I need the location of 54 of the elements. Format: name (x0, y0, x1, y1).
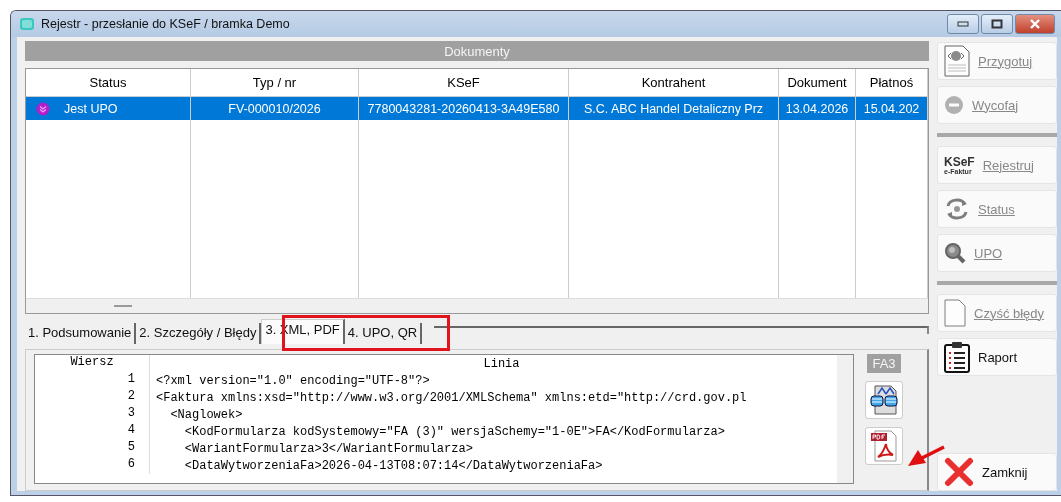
line-number: 3 (35, 406, 150, 423)
close-button[interactable] (1015, 14, 1055, 34)
line-number: 1 (35, 372, 150, 389)
sync-icon (944, 198, 970, 220)
column-header[interactable]: Płatnoś (856, 69, 928, 96)
app-icon (19, 16, 35, 32)
line-number: 6 (35, 457, 150, 474)
line-number: 5 (35, 440, 150, 457)
scrollbar-thumb[interactable] (114, 305, 132, 307)
glasses-icon (869, 384, 899, 416)
preview-button[interactable] (865, 381, 903, 419)
window-title: Rejestr - przesłanie do KSeF / bramka Demo (41, 17, 290, 31)
code-line: <DataWytworzeniaFa>2026-04-13T08:07:14</DataWytworzeniaFa> (183, 458, 603, 473)
column-header: Linia (482, 356, 521, 371)
cross-icon (944, 457, 974, 487)
column-header[interactable]: Dokument (779, 69, 856, 96)
close-button[interactable]: Zamknij (937, 453, 1057, 491)
code-line: <KodFormularza kodSystemowy="FA (3)" wersjaSchemy="1-0E">FA</KodFormularza> (183, 424, 725, 439)
code-line: <WariantFormularza>3</WariantFormularza> (183, 441, 473, 456)
table-row[interactable]: Jest UPO FV-000010/2026 7780043281-20260413-3A49E580 S.C. ABC Handel Detaliczny Prz 13.04.2026 15.04.202 (26, 97, 928, 120)
pdf-icon (869, 429, 899, 463)
report-button[interactable]: Raport (937, 338, 1057, 376)
code-line: <Faktura xmlns:xsd="http://www.w3.org/2001/XMLSchema" xmlns:etd="http://crd.gov.pl (155, 390, 747, 405)
table-cell: Jest UPO (64, 101, 118, 116)
tab[interactable]: 4. UPO, QR (344, 323, 423, 344)
minimize-icon (957, 21, 969, 27)
column-header[interactable]: Kontrahent (569, 69, 779, 96)
table-cell: 7780043281-20260413-3A49E580 (367, 101, 560, 116)
column-header[interactable]: KSeF (359, 69, 569, 96)
pdf-button[interactable] (865, 427, 903, 465)
maximize-button[interactable] (981, 14, 1013, 34)
section-title: Dokumenty (444, 43, 510, 59)
close-icon (1029, 19, 1041, 29)
column-header: Wiersz (35, 355, 150, 372)
tab[interactable]: 1. Podsumowanie (25, 323, 137, 344)
code-line: <Naglowek> (169, 407, 243, 422)
line-number: 2 (35, 389, 150, 406)
minus-circle-icon (944, 95, 964, 115)
table-cell: 13.04.2026 (785, 101, 849, 116)
table-cell: 15.04.202 (863, 101, 920, 116)
scrollbar-thumb[interactable] (837, 355, 853, 483)
document-icon (944, 45, 970, 77)
table-cell: S.C. ABC Handel Detaliczny Prz (583, 101, 764, 116)
blank-page-icon (944, 299, 966, 327)
column-header[interactable]: Typ / nr (191, 69, 359, 96)
maximize-icon (991, 19, 1003, 29)
schema-label: FA3 (867, 354, 901, 373)
column-header[interactable]: Status (26, 69, 191, 96)
code-line: <?xml version="1.0" encoding="UTF-8"?> (155, 373, 430, 388)
table-cell: FV-000010/2026 (228, 101, 321, 116)
line-number: 4 (35, 423, 150, 440)
clipboard-icon (944, 341, 970, 373)
magnifier-icon (944, 242, 966, 264)
arrow (906, 444, 946, 468)
